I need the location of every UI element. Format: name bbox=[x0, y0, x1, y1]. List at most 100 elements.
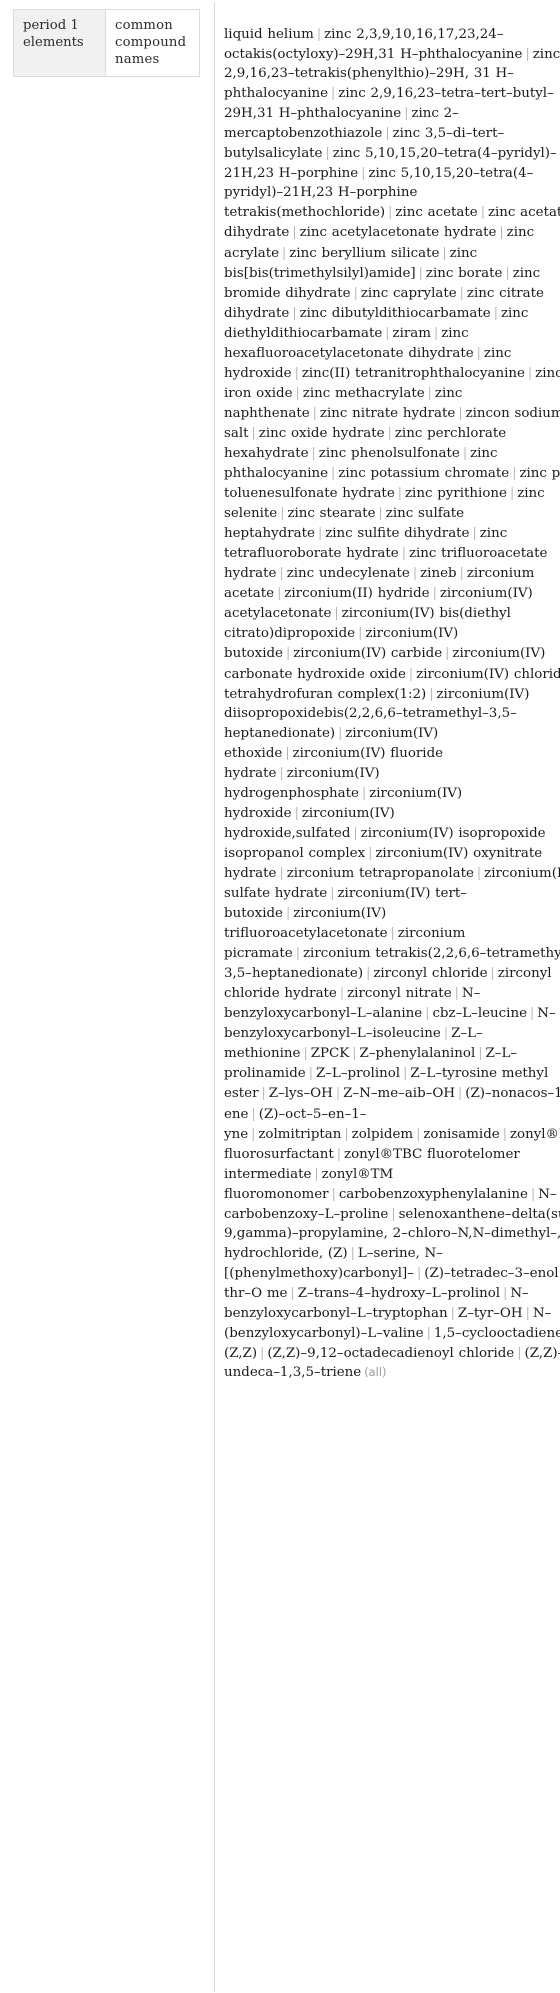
list-separator: | bbox=[295, 384, 300, 400]
list-separator: | bbox=[294, 804, 299, 820]
list-separator: | bbox=[427, 384, 432, 400]
compound-name-item[interactable]: zinc phenolsulfonate bbox=[319, 446, 460, 461]
header-grid: period 1 elements common compound names bbox=[13, 9, 200, 78]
compound-name-item[interactable]: cbz–L–leucine bbox=[432, 1006, 527, 1021]
list-separator: | bbox=[404, 105, 409, 121]
compound-name-item[interactable]: zinc undecylenate bbox=[287, 566, 410, 581]
compound-name-item[interactable]: zineb bbox=[420, 566, 456, 581]
list-separator: | bbox=[443, 1025, 449, 1041]
list-separator: | bbox=[403, 1065, 408, 1081]
list-separator: | bbox=[358, 625, 363, 641]
list-separator: | bbox=[314, 1165, 319, 1181]
compound-name-item[interactable]: Z–L–prolinol bbox=[316, 1066, 400, 1081]
list-separator: | bbox=[334, 605, 339, 621]
list-separator: | bbox=[445, 645, 450, 661]
compound-name-item[interactable]: liquid helium bbox=[224, 27, 314, 42]
list-separator: | bbox=[280, 505, 285, 521]
list-separator: | bbox=[279, 565, 284, 581]
compound-name-item[interactable]: zolmitriptan bbox=[258, 1127, 341, 1142]
list-separator: | bbox=[493, 304, 498, 320]
list-separator: | bbox=[330, 885, 335, 901]
compound-name-item[interactable]: zinc acetate bbox=[395, 205, 477, 220]
list-separator: | bbox=[353, 824, 358, 840]
list-separator: | bbox=[251, 1105, 256, 1121]
compound-name-item[interactable]: Z–trans–4–hydroxy–L–prolinol bbox=[298, 1286, 500, 1301]
compound-name-item[interactable]: zirconyl chloride bbox=[373, 966, 487, 981]
compound-name-item[interactable]: zonisamide bbox=[423, 1127, 499, 1142]
list-separator: | bbox=[335, 1085, 341, 1101]
list-separator: | bbox=[480, 204, 485, 220]
list-separator: | bbox=[295, 945, 300, 961]
compound-name-item[interactable]: carbobenzoxyphenylalanine bbox=[339, 1187, 528, 1202]
compound-name-item[interactable]: zirconyl nitrate bbox=[347, 986, 452, 1001]
list-separator: | bbox=[331, 1185, 336, 1201]
list-separator: | bbox=[418, 264, 423, 280]
list-separator: | bbox=[476, 864, 482, 880]
list-separator: | bbox=[261, 1085, 266, 1101]
list-separator: | bbox=[325, 145, 330, 161]
list-separator: | bbox=[450, 1305, 455, 1320]
compound-name-item[interactable]: zinc acetylacetonate hydrate bbox=[300, 225, 497, 240]
compound-name-item[interactable]: zinc potassium chromate bbox=[338, 466, 509, 481]
list-separator: | bbox=[499, 224, 504, 240]
list-separator: | bbox=[442, 244, 447, 260]
list-separator: | bbox=[458, 404, 463, 420]
list-separator: | bbox=[385, 125, 390, 141]
list-separator: | bbox=[478, 1045, 483, 1061]
compound-name-item[interactable]: zirconium(II) hydride bbox=[284, 586, 429, 601]
compound-name-item[interactable]: (Z)–tetradec–3–enol bbox=[424, 1266, 558, 1281]
list-separator: | bbox=[390, 925, 395, 941]
compound-name-item[interactable]: ziram bbox=[393, 326, 431, 341]
list-separator: | bbox=[525, 1305, 530, 1320]
compound-name-item[interactable]: (Z,Z)–9,12–octadecadienoyl chloride bbox=[267, 1346, 514, 1361]
list-separator: | bbox=[366, 965, 371, 981]
compound-name-item[interactable]: Z–N–me–aib–OH bbox=[343, 1086, 455, 1101]
compound-name-item[interactable]: ZPCK bbox=[311, 1046, 350, 1061]
list-separator: | bbox=[336, 1145, 342, 1161]
content-block: liquid helium | zinc 2,3,9,10,16,17,23,24–… bbox=[215, 0, 560, 1388]
list-separator: | bbox=[476, 344, 481, 360]
list-separator: | bbox=[378, 505, 383, 521]
list-separator: | bbox=[401, 545, 406, 561]
compound-name-item[interactable]: zinc sulfite dihydrate bbox=[325, 526, 469, 541]
compound-name-item[interactable]: Z–lys–OH bbox=[269, 1086, 333, 1101]
compound-name-item[interactable]: zinc stearate bbox=[287, 506, 375, 521]
list-separator: | bbox=[361, 784, 367, 800]
compound-name-item[interactable]: zinc pyrithione bbox=[405, 486, 507, 501]
compound-name-item[interactable]: zinc nitrate hydrate bbox=[320, 406, 455, 421]
compound-name-item[interactable]: zinc(II) tetranitrophthalocyanine bbox=[302, 366, 525, 381]
row-header-period-1-elements: period 1 elements bbox=[14, 10, 106, 77]
list-separator: | bbox=[503, 1284, 508, 1300]
list-separator: | bbox=[388, 204, 393, 220]
header-block: period 1 elements common compound names bbox=[0, 0, 214, 78]
list-separator: | bbox=[282, 244, 287, 260]
list-separator: | bbox=[525, 46, 530, 62]
list-separator: | bbox=[285, 744, 290, 760]
list-separator: | bbox=[433, 324, 439, 340]
list-separator: | bbox=[292, 224, 297, 240]
list-separator: | bbox=[308, 1065, 313, 1081]
compound-name-item[interactable]: zinc methacrylate bbox=[303, 386, 425, 401]
compound-name-item[interactable]: zolpidem bbox=[352, 1127, 413, 1142]
list-separator: | bbox=[344, 1125, 349, 1141]
compound-name-item[interactable]: zinc borate bbox=[426, 266, 503, 281]
compound-name-item[interactable]: zinc caprylate bbox=[361, 286, 457, 301]
compound-name-item[interactable]: zinc oxide hydrate bbox=[259, 426, 385, 441]
list-separator: | bbox=[339, 985, 345, 1001]
list-separator: | bbox=[260, 1345, 265, 1361]
compound-name-item[interactable]: Z–phenylalaninol bbox=[360, 1046, 476, 1061]
compound-name-item[interactable]: zirconium(IV) carbide bbox=[293, 646, 442, 661]
compound-name-item[interactable]: Z–tyr–OH bbox=[458, 1306, 523, 1321]
list-separator: | bbox=[338, 724, 343, 740]
list-separator: | bbox=[459, 284, 464, 300]
list-separator: | bbox=[294, 364, 299, 380]
compound-name-item[interactable]: zirconium tetrapropanolate bbox=[287, 866, 474, 881]
list-separator: | bbox=[331, 85, 336, 101]
compound-name-item[interactable]: zinc dibutyldithiocarbamate bbox=[300, 306, 491, 321]
compound-name-item[interactable]: zinc beryllium silicate bbox=[289, 246, 439, 261]
list-separator: | bbox=[416, 1264, 422, 1280]
list-separator: | bbox=[397, 485, 402, 501]
list-separator: | bbox=[458, 1085, 463, 1101]
list-separator: | bbox=[490, 965, 495, 981]
list-separator: | bbox=[312, 404, 317, 420]
